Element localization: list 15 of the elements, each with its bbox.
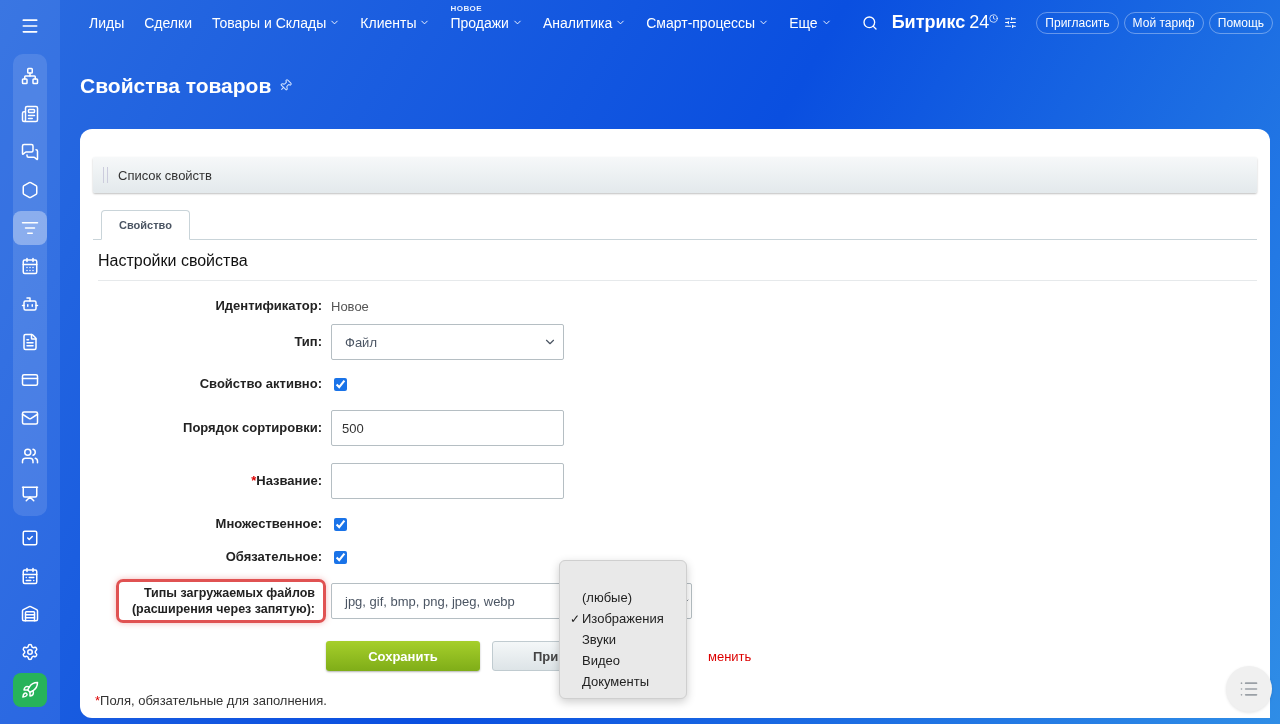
field-label: Множественное: <box>215 516 322 532</box>
required-note: *Поля, обязательные для заполнения. <box>95 693 328 708</box>
logo: Битрикс 24 <box>891 12 999 34</box>
field-label: Идентификатор: <box>215 298 322 314</box>
page-title: Свойства товаров <box>80 74 272 98</box>
field-value: Новое <box>331 298 369 314</box>
field-label: Свойство активно: <box>199 376 322 392</box>
field-label: Тип: <box>294 334 322 350</box>
field-label: Обязательное: <box>225 549 322 565</box>
field-label: *Название: <box>251 473 322 489</box>
list-header-title: Список свойств <box>118 167 212 183</box>
field-label: Типы загружаемых файлов (расширения через запятую): <box>116 579 326 623</box>
section-title: Настройки свойства <box>98 252 1257 281</box>
new-label: НОВОЕ <box>450 3 483 13</box>
field-label: Порядок сортировки: <box>183 420 322 436</box>
